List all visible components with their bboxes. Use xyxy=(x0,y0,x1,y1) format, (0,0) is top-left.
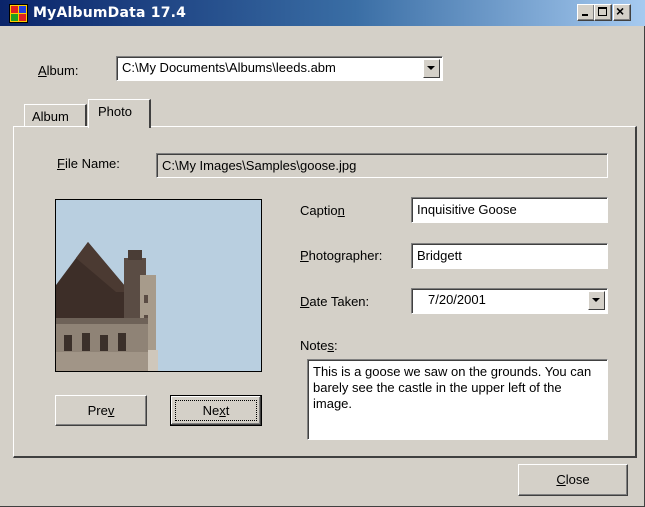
album-path: C:\My Documents\Albums\leeds.abm xyxy=(122,60,336,75)
photographer-label-text: hotographer: xyxy=(308,248,383,263)
album-label-accel: A xyxy=(38,63,47,78)
photographer-value: Bridgett xyxy=(417,248,462,263)
caption-field[interactable]: Inquisitive Goose xyxy=(411,197,608,223)
date-taken-value: 7/20/2001 xyxy=(428,292,486,307)
caption-label-text: Captio xyxy=(300,203,338,218)
date-taken-label: Date Taken: xyxy=(300,294,369,309)
photographer-label-accel: P xyxy=(300,248,309,263)
app-icon xyxy=(9,4,28,23)
close-dialog-button[interactable]: Close xyxy=(518,464,628,496)
next-label-end: t xyxy=(225,403,230,418)
date-taken-label-text: ate Taken: xyxy=(309,294,370,309)
file-name-value: C:\My Images\Samples\goose.jpg xyxy=(162,158,357,173)
tab-album-label: Album xyxy=(32,109,69,124)
notes-label-colon: : xyxy=(333,338,338,353)
file-name-field[interactable]: C:\My Images\Samples\goose.jpg xyxy=(156,153,608,178)
castle-photo xyxy=(56,200,261,371)
tab-photo-label: Photo xyxy=(98,104,132,119)
caption-label: Caption xyxy=(300,203,345,218)
prev-label-accel: v xyxy=(107,403,115,418)
prev-button[interactable]: Prev xyxy=(55,395,147,426)
caption-value: Inquisitive Goose xyxy=(417,202,517,217)
date-taken-picker[interactable]: 7/20/2001 xyxy=(411,288,608,314)
prev-label-text: Pre xyxy=(87,403,108,418)
title-bar[interactable]: MyAlbumData 17.4 × xyxy=(0,0,645,26)
maximize-button[interactable] xyxy=(594,4,612,21)
close-icon: × xyxy=(616,3,625,19)
maximize-icon xyxy=(598,7,607,16)
tab-album[interactable]: Album xyxy=(24,104,87,126)
notes-value: This is a goose we saw on the grounds. Y… xyxy=(313,364,592,411)
next-label-text: Ne xyxy=(202,403,220,418)
notes-label: Notes: xyxy=(300,338,338,353)
close-button-label: Close xyxy=(519,472,627,487)
file-name-label-accel: F xyxy=(57,156,65,171)
date-taken-label-accel: D xyxy=(300,294,310,309)
close-label-text: lose xyxy=(565,472,590,487)
next-button-label: Next xyxy=(171,403,261,418)
minimize-button[interactable] xyxy=(577,4,595,21)
tab-photo[interactable]: Photo xyxy=(88,99,151,128)
photographer-field[interactable]: Bridgett xyxy=(411,243,608,269)
notes-textarea[interactable]: This is a goose we saw on the grounds. Y… xyxy=(307,359,608,440)
date-dropdown-button[interactable] xyxy=(588,291,605,310)
main-window: MyAlbumData 17.4 × Album: C:\My Document… xyxy=(0,0,645,507)
file-name-label-text: ile Name: xyxy=(64,156,120,171)
minimize-icon xyxy=(582,14,588,16)
file-name-label: File Name: xyxy=(57,156,120,171)
prev-button-label: Prev xyxy=(56,403,146,418)
photo-image xyxy=(55,199,262,372)
close-label-accel: C xyxy=(556,472,566,487)
album-label: Album: xyxy=(38,63,78,78)
window-title: MyAlbumData 17.4 xyxy=(33,5,187,21)
next-button[interactable]: Next xyxy=(170,395,262,426)
album-label-text: lbum: xyxy=(46,63,79,78)
album-dropdown-button[interactable] xyxy=(423,59,440,78)
photographer-label: Photographer: xyxy=(300,248,382,263)
caption-label-accel: n xyxy=(337,203,345,218)
close-button[interactable]: × xyxy=(613,3,631,21)
notes-label-text: Note xyxy=(300,338,328,353)
album-combobox[interactable]: C:\My Documents\Albums\leeds.abm xyxy=(116,56,443,81)
